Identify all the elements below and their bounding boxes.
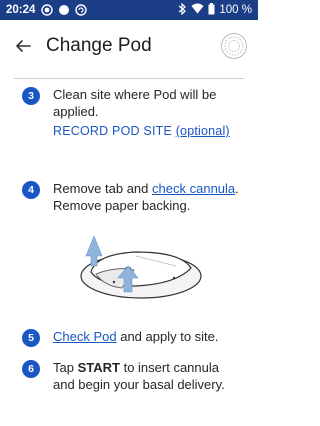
back-arrow-icon [16, 40, 31, 52]
step-5: 5 Check Pod and apply to site. [22, 328, 242, 347]
header-divider [14, 78, 244, 79]
start-keyword: START [77, 360, 120, 375]
dot-icon [58, 4, 70, 16]
step-number: 6 [22, 360, 40, 378]
record-pod-site-link[interactable]: RECORD POD SITE (optional) [53, 123, 242, 140]
status-right: 100 % [178, 2, 252, 18]
page-title: Change Pod [46, 35, 152, 56]
step-text: Tap [53, 360, 74, 375]
status-time: 20:24 [6, 4, 36, 16]
record-optional-label: (optional) [175, 124, 230, 138]
sync-icon [75, 4, 88, 16]
step-4: 4 Remove tab and check cannula. Remove p… [22, 180, 242, 214]
step-text-block: Remove tab and check cannula. Remove pap… [53, 180, 242, 214]
step-number: 4 [22, 181, 40, 199]
step-text: Clean site where Pod will be applied. [53, 87, 217, 119]
pod-illustration [80, 235, 202, 299]
check-pod-link[interactable]: Check Pod [53, 329, 117, 344]
pod-icon [221, 33, 247, 59]
step-text-block: Clean site where Pod will be applied. RE… [53, 86, 242, 140]
status-bar: 20:24 100 % [0, 0, 258, 20]
bluetooth-icon [178, 2, 187, 18]
app-header: Change Pod [0, 20, 258, 72]
step-text-block: Check Pod and apply to site. [53, 328, 219, 347]
battery-icon [208, 2, 215, 18]
step-3: 3 Clean site where Pod will be applied. … [22, 86, 242, 140]
step-text: Remove tab and [53, 181, 149, 196]
record-icon [41, 4, 54, 16]
check-cannula-link[interactable]: check cannula [152, 181, 235, 196]
wifi-icon [191, 3, 204, 17]
back-button[interactable] [10, 33, 36, 59]
step-text-block: Tap START to insert cannula and begin yo… [53, 359, 242, 393]
step-text: and apply to site. [120, 329, 219, 344]
battery-text: 100 % [219, 4, 252, 16]
step-number: 5 [22, 329, 40, 347]
record-pod-site-label: RECORD POD SITE [53, 124, 172, 138]
step-6: 6 Tap START to insert cannula and begin … [22, 359, 242, 393]
step-number: 3 [22, 87, 40, 105]
